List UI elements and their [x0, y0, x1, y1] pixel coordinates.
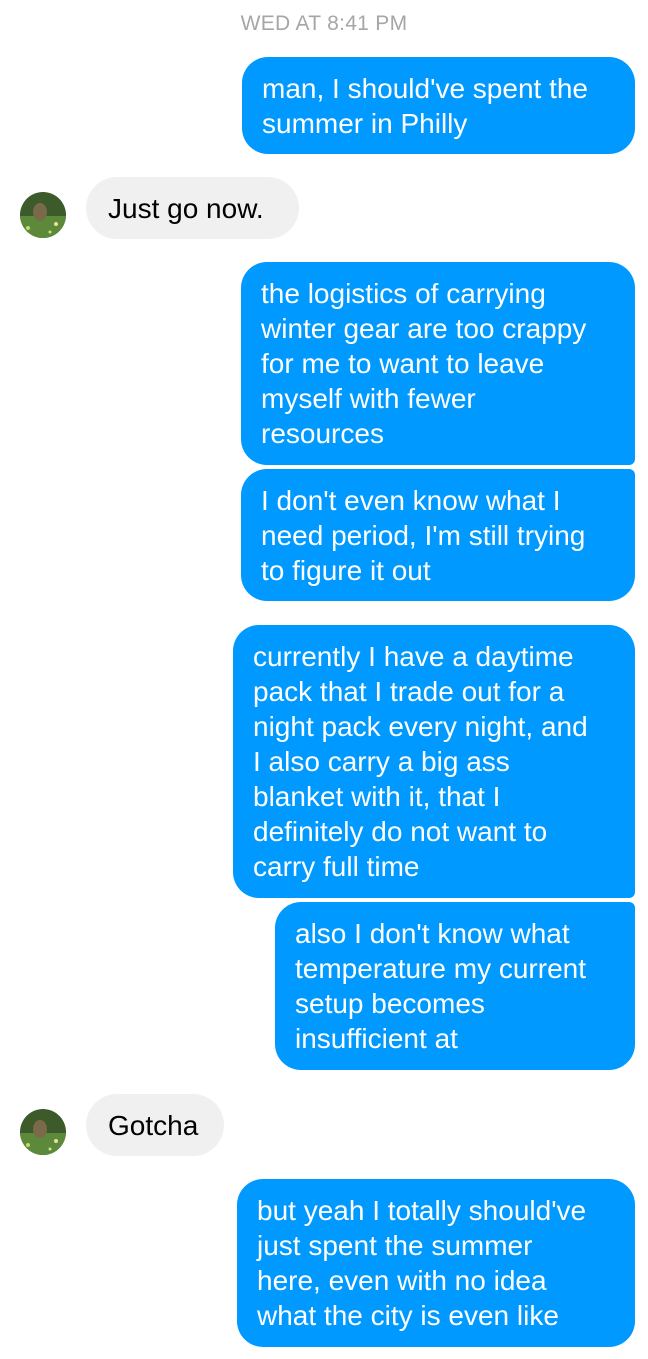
contact-avatar[interactable]: [20, 192, 66, 238]
contact-avatar-photo-icon: [20, 192, 66, 238]
outgoing-message-bubble[interactable]: I don't even know what I need period, I'…: [241, 469, 635, 601]
outgoing-message-bubble[interactable]: also I don't know what temperature my cu…: [275, 902, 635, 1070]
outgoing-message-bubble[interactable]: but yeah I totally should've just spent …: [237, 1179, 635, 1347]
outgoing-message-bubble[interactable]: currently I have a daytime pack that I t…: [233, 625, 635, 898]
contact-avatar[interactable]: [20, 1109, 66, 1155]
outgoing-message-bubble[interactable]: the logistics of carrying winter gear ar…: [241, 262, 635, 465]
incoming-message-bubble[interactable]: Gotcha: [86, 1094, 224, 1156]
incoming-message-bubble[interactable]: Just go now.: [86, 177, 299, 239]
outgoing-message-bubble[interactable]: man, I should've spent the summer in Phi…: [242, 57, 635, 154]
conversation-timestamp: WED AT 8:41 PM: [240, 12, 408, 35]
contact-avatar-photo-icon: [20, 1109, 66, 1155]
